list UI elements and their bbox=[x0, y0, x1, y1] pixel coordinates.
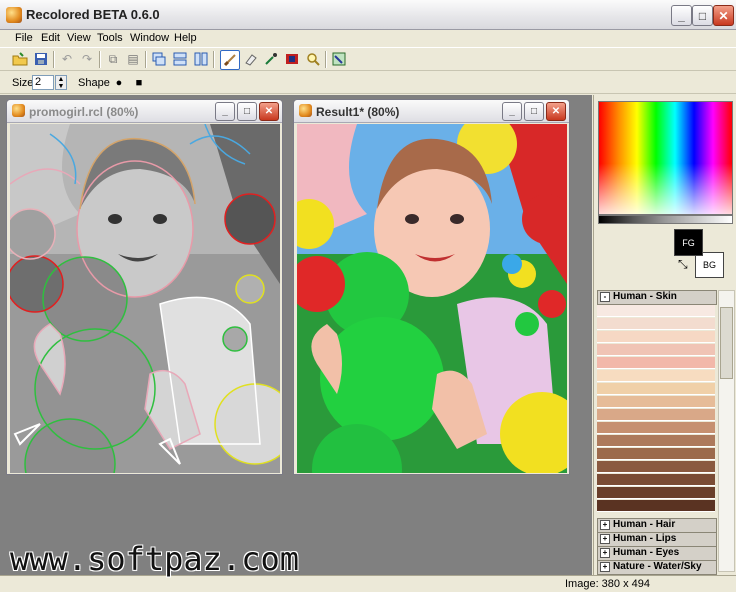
app-icon bbox=[6, 7, 22, 23]
result-image-canvas[interactable] bbox=[297, 124, 567, 473]
menu-bar: File Edit View Tools Window Help bbox=[0, 30, 736, 47]
window-title: Recolored BETA 0.6.0 bbox=[26, 7, 160, 22]
close-button[interactable]: ✕ bbox=[713, 5, 734, 26]
foreground-color-swatch[interactable]: FG bbox=[674, 229, 703, 256]
category-human-skin[interactable]: - Human - Skin bbox=[597, 290, 717, 305]
source-image-canvas[interactable] bbox=[10, 124, 280, 473]
copy-icon[interactable]: ⧉ bbox=[104, 50, 122, 68]
document-close-button[interactable]: ✕ bbox=[259, 102, 279, 121]
color-swatch[interactable] bbox=[597, 383, 715, 395]
eyedropper-icon[interactable] bbox=[262, 50, 280, 68]
document-minimize-button[interactable]: _ bbox=[215, 102, 235, 121]
document-title: Result1* (80%) bbox=[316, 105, 400, 119]
workspace: promogirl.rcl (80%) _ □ ✕ Result1* (80%)… bbox=[0, 95, 592, 575]
color-spectrum-picker[interactable] bbox=[598, 101, 733, 215]
color-swatch[interactable] bbox=[597, 474, 715, 486]
category-human-hair[interactable]: + Human - Hair bbox=[597, 518, 717, 533]
color-swatch[interactable] bbox=[597, 344, 715, 356]
color-swatch[interactable] bbox=[597, 331, 715, 343]
watermark: www.softpaz.com bbox=[10, 540, 299, 578]
document-window-source[interactable]: promogirl.rcl (80%) _ □ ✕ bbox=[6, 99, 283, 475]
document-minimize-button[interactable]: _ bbox=[502, 102, 522, 121]
color-swatch[interactable] bbox=[597, 370, 715, 382]
document-title-bar[interactable]: Result1* (80%) _ □ ✕ bbox=[294, 100, 569, 123]
shape-label: Shape bbox=[78, 77, 110, 89]
document-window-result[interactable]: Result1* (80%) _ □ ✕ bbox=[293, 99, 570, 475]
document-maximize-button[interactable]: □ bbox=[524, 102, 544, 121]
grayscale-ramp[interactable] bbox=[598, 215, 733, 224]
color-panel: BG FG ⤡ - Human - Skin + Human - Hair + Hum… bbox=[593, 95, 736, 575]
zoom-icon[interactable] bbox=[304, 50, 322, 68]
shape-square-button[interactable]: ■ bbox=[130, 74, 148, 92]
menu-edit[interactable]: Edit bbox=[41, 32, 60, 44]
title-bar: Recolored BETA 0.6.0 _ □ ✕ bbox=[0, 0, 736, 30]
maximize-button[interactable]: □ bbox=[692, 5, 713, 26]
shape-round-button[interactable]: ● bbox=[110, 74, 128, 92]
document-icon bbox=[299, 104, 312, 117]
size-label: Size bbox=[12, 77, 34, 89]
image-size-status: Image: 380 x 494 bbox=[565, 578, 651, 590]
menu-tools[interactable]: Tools bbox=[97, 32, 123, 44]
brush-icon[interactable] bbox=[220, 50, 240, 70]
size-stepper[interactable]: ▲ ▼ bbox=[55, 75, 67, 90]
color-swatch[interactable] bbox=[597, 435, 715, 447]
cascade-windows-icon[interactable] bbox=[150, 50, 168, 68]
menu-help[interactable]: Help bbox=[174, 32, 197, 44]
undo-icon[interactable]: ↶ bbox=[58, 50, 76, 68]
color-swatch[interactable] bbox=[597, 409, 715, 421]
swap-icon[interactable]: ⤡ bbox=[678, 257, 688, 272]
color-swatch[interactable] bbox=[597, 357, 715, 369]
toolbar: ↶ ↷ ⧉ ▤ bbox=[0, 47, 736, 71]
expand-icon[interactable]: + bbox=[600, 520, 610, 530]
document-icon bbox=[12, 104, 25, 117]
document-maximize-button[interactable]: □ bbox=[237, 102, 257, 121]
color-swatch[interactable] bbox=[597, 305, 715, 317]
size-input[interactable]: 2 bbox=[32, 75, 54, 90]
palette-scrollbar[interactable] bbox=[718, 290, 735, 572]
paste-icon[interactable]: ▤ bbox=[124, 50, 142, 68]
category-label: Human - Eyes bbox=[613, 547, 680, 558]
tile-vertical-icon[interactable] bbox=[192, 50, 210, 68]
save-icon[interactable] bbox=[32, 50, 50, 68]
tile-horizontal-icon[interactable] bbox=[171, 50, 189, 68]
expand-icon[interactable]: + bbox=[600, 548, 610, 558]
color-swatch[interactable] bbox=[597, 461, 715, 473]
color-swatch[interactable] bbox=[597, 500, 715, 512]
menu-file[interactable]: File bbox=[15, 32, 33, 44]
color-swatch[interactable] bbox=[597, 487, 715, 499]
category-label: Nature - Water/Sky bbox=[613, 561, 702, 572]
color-swatch[interactable] bbox=[597, 422, 715, 434]
color-swatch[interactable] bbox=[597, 396, 715, 408]
category-label: Human - Hair bbox=[613, 519, 676, 530]
options-bar: Size 2 ▲ ▼ Shape ● ■ bbox=[0, 72, 736, 94]
redo-icon[interactable]: ↷ bbox=[78, 50, 96, 68]
category-human-eyes[interactable]: + Human - Eyes bbox=[597, 546, 717, 561]
document-title-bar[interactable]: promogirl.rcl (80%) _ □ ✕ bbox=[7, 100, 282, 123]
category-nature-water-sky[interactable]: + Nature - Water/Sky bbox=[597, 560, 717, 575]
color-swatch[interactable] bbox=[597, 448, 715, 460]
scrollbar-thumb[interactable] bbox=[720, 307, 733, 379]
expand-icon[interactable]: + bbox=[600, 534, 610, 544]
menu-view[interactable]: View bbox=[67, 32, 91, 44]
color-fill-icon[interactable] bbox=[283, 50, 301, 68]
open-icon[interactable] bbox=[11, 50, 29, 68]
color-swatch[interactable] bbox=[597, 318, 715, 330]
category-human-lips[interactable]: + Human - Lips bbox=[597, 532, 717, 547]
category-label: Human - Lips bbox=[613, 533, 677, 544]
expand-icon[interactable]: + bbox=[600, 562, 610, 572]
image-preview-icon[interactable] bbox=[330, 50, 348, 68]
eraser-icon[interactable] bbox=[241, 50, 259, 68]
document-title: promogirl.rcl (80%) bbox=[29, 105, 139, 119]
document-close-button[interactable]: ✕ bbox=[546, 102, 566, 121]
collapse-icon[interactable]: - bbox=[600, 292, 610, 302]
category-label: Human - Skin bbox=[613, 291, 677, 302]
menu-window[interactable]: Window bbox=[130, 32, 169, 44]
minimize-button[interactable]: _ bbox=[671, 5, 692, 26]
